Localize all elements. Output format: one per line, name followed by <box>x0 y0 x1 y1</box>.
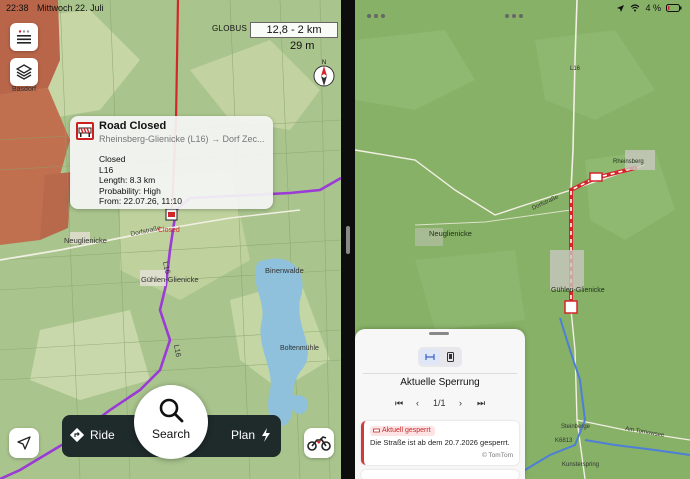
hamburger-menu-icon <box>17 30 31 44</box>
traffic-map-pane[interactable]: Neuglienicke Gühlen-Glienicke Rheinsberg… <box>355 0 690 479</box>
status-bar-left: 22:38 Mittwoch 22. Juli <box>6 3 110 13</box>
status-date: Mittwoch 22. Juli <box>37 3 104 13</box>
phone-view-tab[interactable] <box>441 349 460 365</box>
ride-button[interactable]: Ride <box>70 428 115 442</box>
altitude-readout: 29 m <box>290 40 315 52</box>
last-page-icon[interactable]: ⏭ <box>477 398 485 409</box>
popup-details: Closed L16 Length: 8.3 km Probability: H… <box>99 154 182 207</box>
plan-button[interactable]: Plan <box>231 428 271 442</box>
road-closure-icon <box>76 122 94 140</box>
barrier-icon <box>373 428 380 433</box>
map-label-l16-right: L16 <box>570 66 581 72</box>
status-badge-label: Aktuell gesperrt <box>382 427 431 434</box>
popup-length: Length: 8.3 km <box>99 175 156 185</box>
first-page-icon[interactable]: ⏮ <box>395 398 403 409</box>
closure-pager: ⏮ ‹ 1/1 › ⏭ <box>389 396 493 412</box>
popup-route: Rheinsberg-Glienicke (L16) → Dorf Zec... <box>99 134 265 144</box>
search-label: Search <box>151 427 191 441</box>
closure-message: Die Straße ist ab dem 20.7.2026 gesperrt… <box>370 438 510 447</box>
view-toggle[interactable] <box>418 347 462 367</box>
popup-from: From: 22.07.26, 11:10 <box>99 196 183 206</box>
road-view-tab[interactable] <box>420 349 440 365</box>
locate-button[interactable] <box>9 428 39 458</box>
popup-status: Closed <box>99 154 126 164</box>
map-label-boltenmuehle: Boltenmühle <box>280 345 319 352</box>
next-card-peek <box>361 470 519 479</box>
closure-notice-card[interactable]: Aktuell gesperrt Die Straße ist ab dem 2… <box>361 421 519 465</box>
closure-end-marker[interactable] <box>589 172 603 182</box>
map-label-steinberge: Steinberge <box>561 424 591 430</box>
closed-marker-label: Closed <box>158 227 180 234</box>
page-indicator: 1/1 <box>433 398 446 408</box>
map-scale: 12,8 - 2 km <box>250 22 338 38</box>
previous-page-icon[interactable]: ‹ <box>416 398 419 408</box>
map-layers-button[interactable] <box>10 58 38 86</box>
search-button[interactable]: Search <box>134 385 208 459</box>
map-label-guehlen-glienicke-right: Gühlen-Glienicke <box>551 287 605 294</box>
battery-percent: 4 % <box>645 3 661 13</box>
road-closed-popup[interactable]: Road Closed Rheinsberg-Glienicke (L16) →… <box>70 116 273 209</box>
popup-title: Road Closed <box>99 120 167 132</box>
battery-icon <box>666 4 682 12</box>
layers-icon <box>16 64 32 80</box>
next-page-icon[interactable]: › <box>459 398 462 408</box>
map-label-neuglienicke: Neuglienicke <box>64 236 107 245</box>
vehicle-profile-button[interactable] <box>304 428 334 458</box>
map-label-k6813: K6813 <box>555 438 573 444</box>
ride-diamond-icon <box>70 428 84 442</box>
popup-probability: Probability: High <box>99 185 161 196</box>
status-time: 22:38 <box>6 3 29 13</box>
status-bar-right: 4 % <box>616 3 682 13</box>
map-label-binenwalde: Binenwalde <box>265 266 304 275</box>
closure-start-marker[interactable] <box>564 300 578 314</box>
map-label-guehlen-glienicke: Gühlen-Glienicke <box>141 275 199 284</box>
split-view-handle[interactable] <box>346 226 350 254</box>
globus-label: GLOBUS <box>212 24 248 33</box>
plan-label: Plan <box>230 428 255 442</box>
svg-text:N: N <box>322 60 326 66</box>
window-dots-icon[interactable] <box>367 5 391 18</box>
location-arrow-icon <box>17 436 31 450</box>
wifi-icon <box>631 4 640 12</box>
status-badge: Aktuell gesperrt <box>370 426 435 436</box>
lightning-icon <box>262 428 270 442</box>
menu-button[interactable] <box>10 23 38 51</box>
location-services-icon <box>617 4 625 12</box>
ride-label: Ride <box>90 428 115 442</box>
sheet-grabber[interactable] <box>429 332 449 335</box>
data-credit: © TomTom <box>481 452 513 459</box>
popup-road: L16 <box>99 164 114 175</box>
map-label-neuglienicke-right: Neuglienicke <box>429 229 472 238</box>
map-label-basdorf: Basdorf <box>12 86 36 93</box>
map-label-kunsterspring: Kunsterspring <box>562 462 599 468</box>
split-screen: Basdorf Neuglienicke Gühlen-Glienicke Bi… <box>0 0 690 479</box>
map-label-rheinsberg-right: Rheinsberg <box>613 159 644 165</box>
phone-icon <box>447 352 454 362</box>
motorcycle-icon <box>307 436 331 451</box>
sheet-title: Aktuelle Sperrung <box>400 377 480 388</box>
sheet-divider <box>363 373 517 374</box>
multitask-dots-icon[interactable] <box>505 5 526 23</box>
search-icon <box>159 398 184 423</box>
compass-icon[interactable]: N <box>313 58 335 88</box>
road-barrier-icon <box>425 354 435 360</box>
closure-details-sheet[interactable]: Aktuelle Sperrung ⏮ ‹ 1/1 › ⏭ Aktuell ge… <box>355 329 525 479</box>
road-closed-marker-icon[interactable] <box>165 208 178 221</box>
navigation-app-pane[interactable]: Basdorf Neuglienicke Gühlen-Glienicke Bi… <box>0 0 341 479</box>
